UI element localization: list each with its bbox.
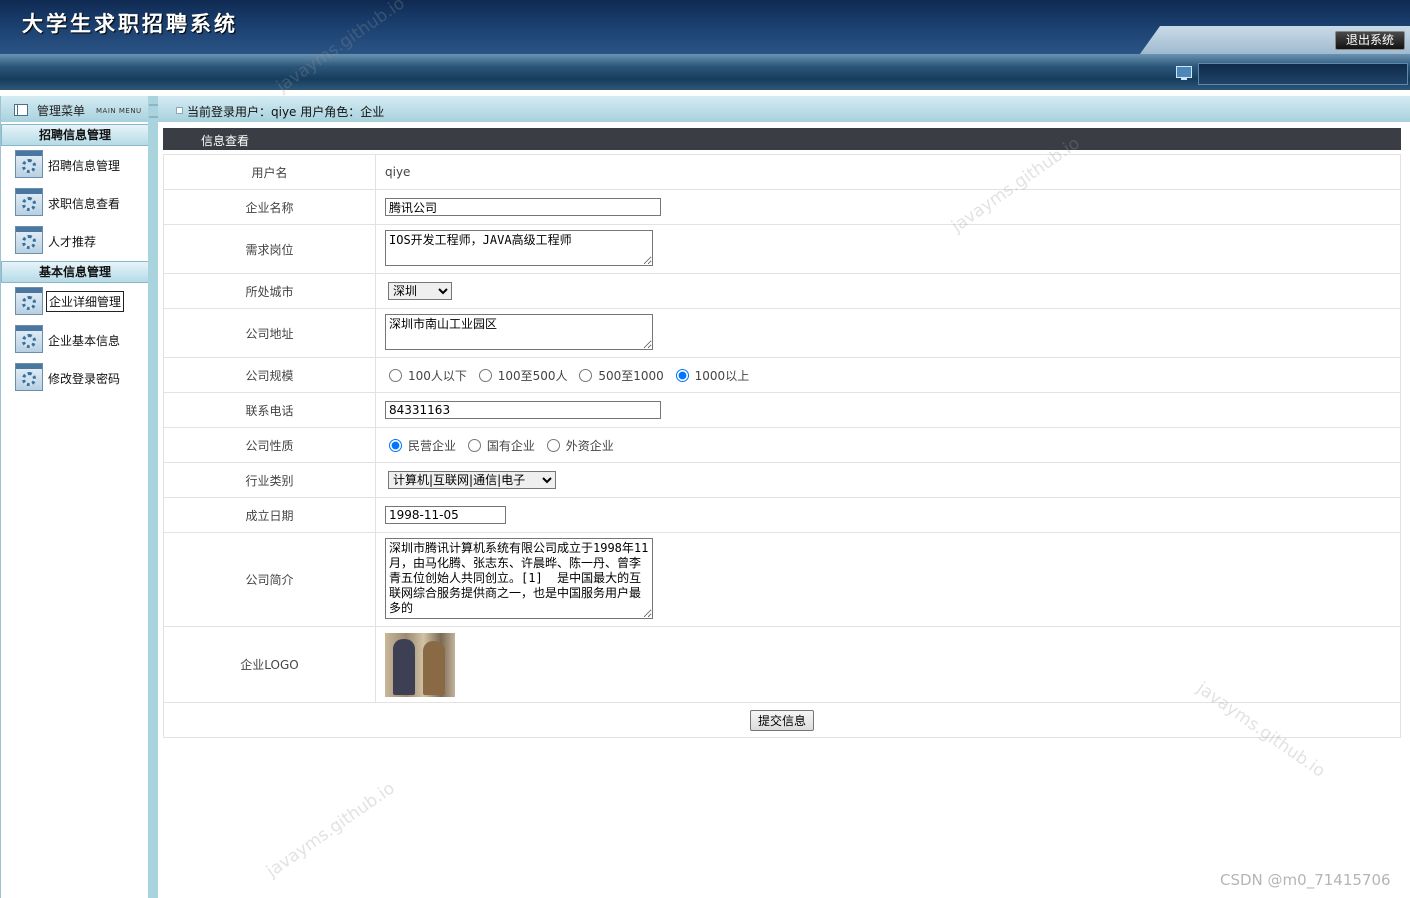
gear-icon <box>15 150 43 178</box>
scale-option-label: 500至1000 <box>598 368 664 383</box>
scale-radio-1[interactable] <box>478 368 492 382</box>
field-label: 公司规模 <box>163 357 376 393</box>
company-info-form: 用户名 qiye 企业名称 需求岗位 IOS开发工程师，JAVA高级工程师 所处… <box>163 154 1401 738</box>
sidebar-splitter[interactable] <box>148 96 158 898</box>
industry-select[interactable]: 计算机|互联网|通信|电子 <box>388 471 556 489</box>
field-label: 公司性质 <box>163 427 376 463</box>
field-label: 成立日期 <box>163 497 376 533</box>
scale-option-label: 100至500人 <box>497 368 568 383</box>
sidebar: 管理菜单 MAIN MENU 招聘信息管理 招聘信息管理 求职信息查看 人才推荐… <box>0 96 149 898</box>
app-title: 大学生求职招聘系统 <box>22 11 238 36</box>
gear-icon <box>15 188 43 216</box>
company-name-input[interactable] <box>385 198 661 216</box>
nature-option-label: 国有企业 <box>486 438 535 453</box>
submit-cell: 提交信息 <box>163 702 1401 738</box>
field-label: 企业LOGO <box>163 626 376 703</box>
menu-collapse-icon[interactable] <box>149 104 158 118</box>
gear-icon <box>15 325 43 353</box>
form-row: 行业类别 计算机|互联网|通信|电子 <box>163 462 1401 498</box>
form-row: 公司地址 深圳市南山工业园区 <box>163 308 1401 358</box>
menu-title: 管理菜单 <box>37 104 86 118</box>
sidebar-item-talent-recommend[interactable]: 人才推荐 <box>15 226 145 254</box>
field-label: 公司简介 <box>163 532 376 627</box>
nature-option-label: 民营企业 <box>408 438 457 453</box>
form-row: 公司性质 民营企业 国有企业 外资企业 <box>163 427 1401 463</box>
logout-button[interactable]: 退出系统 <box>1335 31 1405 50</box>
nature-radio-2[interactable] <box>546 438 560 452</box>
form-row: 所处城市 深圳 <box>163 273 1401 309</box>
form-row: 成立日期 <box>163 497 1401 533</box>
menu-header: 管理菜单 MAIN MENU <box>1 96 149 122</box>
form-row: 企业LOGO <box>163 626 1401 703</box>
intro-textarea[interactable]: 深圳市腾讯计算机系统有限公司成立于1998年11月，由马化腾、张志东、许晨晔、陈… <box>385 537 653 619</box>
scale-option-label: 1000以上 <box>694 368 750 383</box>
sidebar-item-label: 求职信息查看 <box>48 197 121 211</box>
monitor-icon <box>1176 66 1192 80</box>
bullet-icon <box>176 107 183 114</box>
menu-subtitle: MAIN MENU <box>96 107 142 115</box>
csdn-credit: CSDN @m0_71415706 <box>1220 871 1391 889</box>
panel-title: 信息查看 <box>201 134 250 148</box>
gear-icon <box>15 226 43 254</box>
submit-button[interactable]: 提交信息 <box>749 709 814 731</box>
field-label: 用户名 <box>163 154 376 190</box>
sidebar-item-label: 招聘信息管理 <box>48 159 121 173</box>
group-title-recruitment[interactable]: 招聘信息管理 <box>1 124 149 146</box>
sidebar-item-label: 修改登录密码 <box>48 372 121 386</box>
current-user-info: 当前登录用户：qiye 用户角色：企业 <box>187 105 385 119</box>
app-header: 大学生求职招聘系统 退出系统 <box>0 0 1410 54</box>
scale-option-label: 100人以下 <box>408 368 467 383</box>
gear-icon <box>15 287 43 315</box>
sidebar-item-company-detail[interactable]: 企业详细管理 <box>15 287 145 315</box>
nav-status-box <box>1198 63 1408 85</box>
sidebar-item-jobseeker-view[interactable]: 求职信息查看 <box>15 188 145 216</box>
founded-date-input[interactable] <box>385 506 506 524</box>
form-row: 联系电话 <box>163 392 1401 428</box>
sidebar-item-label: 企业基本信息 <box>48 334 121 348</box>
field-label: 联系电话 <box>163 392 376 428</box>
gear-icon <box>15 363 43 391</box>
sidebar-item-label: 企业详细管理 <box>46 291 125 312</box>
field-label: 企业名称 <box>163 189 376 225</box>
phone-input[interactable] <box>385 401 661 419</box>
field-label: 行业类别 <box>163 462 376 498</box>
field-label: 所处城市 <box>163 273 376 309</box>
nature-radio-group: 民营企业 国有企业 外资企业 <box>375 427 1401 463</box>
scale-radio-group: 100人以下 100至500人 500至1000 1000以上 <box>375 357 1401 393</box>
form-row: 公司规模 100人以下 100至500人 500至1000 1000以上 <box>163 357 1401 393</box>
scale-radio-0[interactable] <box>389 368 402 382</box>
username-value: qiye <box>375 154 1401 190</box>
menu-panel-icon <box>14 104 28 116</box>
form-row: 需求岗位 IOS开发工程师，JAVA高级工程师 <box>163 224 1401 274</box>
field-label: 需求岗位 <box>163 224 376 274</box>
form-row: 公司简介 深圳市腾讯计算机系统有限公司成立于1998年11月，由马化腾、张志东、… <box>163 532 1401 627</box>
scale-radio-3[interactable] <box>675 368 689 382</box>
nature-radio-0[interactable] <box>389 438 402 452</box>
sidebar-item-recruitment-manage[interactable]: 招聘信息管理 <box>15 150 145 178</box>
positions-textarea[interactable]: IOS开发工程师，JAVA高级工程师 <box>385 229 653 266</box>
form-row: 提交信息 <box>163 702 1401 738</box>
field-label: 公司地址 <box>163 308 376 358</box>
sidebar-item-label: 人才推荐 <box>48 235 97 249</box>
nature-option-label: 外资企业 <box>565 438 614 453</box>
panel-title-bar: 信息查看 <box>163 128 1401 150</box>
scale-radio-2[interactable] <box>579 368 593 382</box>
main-content: 信息查看 用户名 qiye 企业名称 需求岗位 IOS开发工程师，JAVA高级工… <box>158 122 1410 898</box>
form-row: 用户名 qiye <box>163 154 1401 190</box>
address-textarea[interactable]: 深圳市南山工业园区 <box>385 313 653 350</box>
company-logo-image <box>385 632 455 697</box>
group-title-basic-info[interactable]: 基本信息管理 <box>1 261 149 283</box>
sidebar-item-change-password[interactable]: 修改登录密码 <box>15 363 145 391</box>
current-user-bar: 当前登录用户：qiye 用户角色：企业 <box>158 96 1410 122</box>
city-select[interactable]: 深圳 <box>388 282 452 300</box>
form-row: 企业名称 <box>163 189 1401 225</box>
sidebar-item-company-basic[interactable]: 企业基本信息 <box>15 325 145 353</box>
nature-radio-1[interactable] <box>467 438 481 452</box>
